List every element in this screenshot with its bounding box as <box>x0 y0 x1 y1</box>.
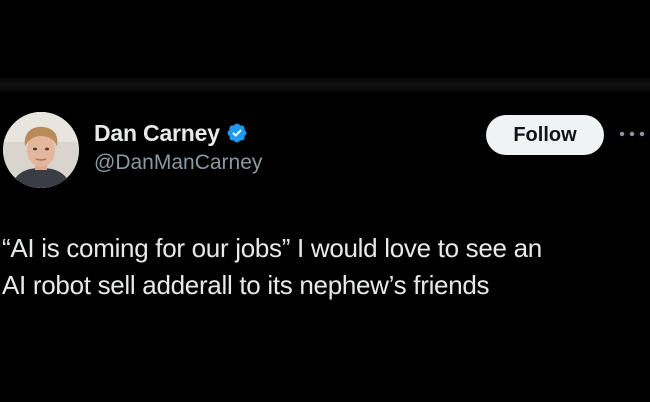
tweet-text-line-1: “AI is coming for our jobs” I would love… <box>2 233 542 263</box>
profile-photo-icon <box>3 112 79 188</box>
tweet-text: “AI is coming for our jobs” I would love… <box>2 230 650 304</box>
verified-badge-icon[interactable] <box>226 122 248 144</box>
top-divider <box>0 78 650 92</box>
author-block: Dan Carney @DanManCarney <box>94 118 262 175</box>
display-name[interactable]: Dan Carney <box>94 120 220 147</box>
ellipsis-icon[interactable] <box>617 128 647 140</box>
name-row: Dan Carney <box>94 118 262 148</box>
avatar[interactable] <box>3 112 79 188</box>
follow-button[interactable]: Follow <box>486 115 604 155</box>
tweet-text-line-2: AI robot sell adderall to its nephew’s f… <box>2 270 490 300</box>
handle[interactable]: @DanManCarney <box>94 151 262 175</box>
